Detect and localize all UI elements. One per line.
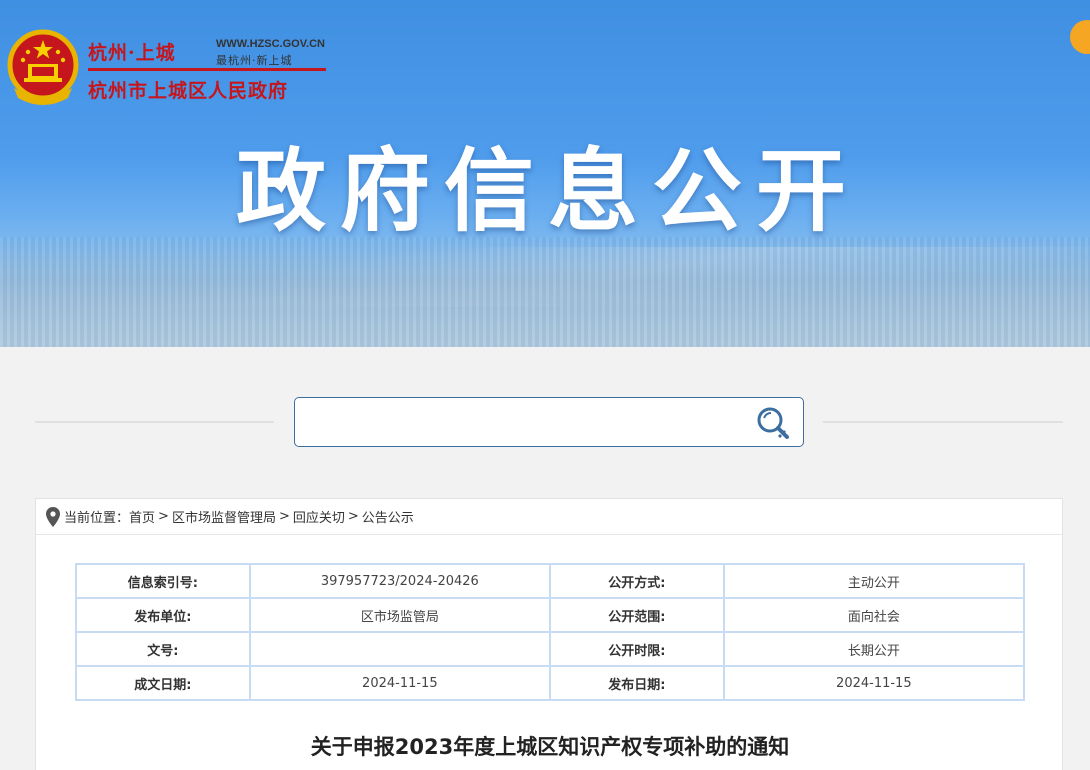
- meta-label: 公开时限:: [549, 631, 725, 667]
- breadcrumb-item-response[interactable]: 回应关切: [293, 507, 345, 526]
- info-meta-table: 信息索引号: 397957723/2024-20426 公开方式: 主动公开 发…: [75, 563, 1026, 701]
- floating-widget-icon[interactable]: [1070, 20, 1090, 54]
- meta-label: 公开范围:: [549, 597, 725, 633]
- meta-value: 面向社会: [722, 597, 1026, 633]
- content-panel: 当前位置： 首页 > 区市场监督管理局 > 回应关切 > 公告公示 信息索引号:…: [35, 498, 1063, 770]
- breadcrumb-separator: >: [158, 509, 169, 524]
- national-emblem-icon[interactable]: [6, 28, 80, 108]
- site-name-full: 杭州市上城区人民政府: [88, 80, 289, 102]
- search-bar: [294, 397, 804, 447]
- table-row: 信息索引号: 397957723/2024-20426 公开方式: 主动公开: [75, 563, 1026, 599]
- meta-value: 397957723/2024-20426: [248, 563, 552, 599]
- meta-value: 长期公开: [722, 631, 1026, 667]
- breadcrumb-prefix: 当前位置：: [64, 511, 130, 526]
- table-row: 发布单位: 区市场监管局 公开范围: 面向社会: [75, 597, 1026, 633]
- meta-value: [248, 631, 552, 667]
- meta-label: 成文日期:: [75, 665, 251, 701]
- table-row: 成文日期: 2024-11-15 发布日期: 2024-11-15: [75, 665, 1026, 701]
- meta-value: 区市场监管局: [248, 597, 552, 633]
- meta-label: 信息索引号:: [75, 563, 251, 599]
- breadcrumb-separator: >: [347, 509, 359, 524]
- meta-label: 发布日期:: [549, 665, 725, 701]
- banner-city-skyline: [0, 237, 1090, 347]
- meta-label: 公开方式:: [549, 563, 725, 599]
- search-divider-right: [823, 421, 1063, 423]
- meta-value: 2024-11-15: [722, 665, 1026, 701]
- location-pin-icon: [46, 506, 60, 527]
- meta-value: 主动公开: [722, 563, 1026, 599]
- breadcrumb-item-home[interactable]: 首页: [129, 507, 155, 526]
- search-input[interactable]: [303, 406, 733, 438]
- site-name-short: 杭州·上城: [88, 42, 176, 64]
- meta-value: 2024-11-15: [248, 665, 552, 701]
- site-url: WWW.HZSC.GOV.CN: [216, 38, 325, 50]
- breadcrumb-item-market-bureau[interactable]: 区市场监督管理局: [172, 507, 276, 526]
- document-title: 关于申报2023年度上城区知识产权专项补助的通知: [310, 735, 790, 759]
- search-icon[interactable]: [753, 404, 793, 442]
- breadcrumb-separator: >: [278, 509, 290, 524]
- header-banner: 杭州·上城 WWW.HZSC.GOV.CN 最杭州·新上城 杭州市上城区人民政府…: [0, 0, 1090, 347]
- site-slogan: 最杭州·新上城: [216, 54, 293, 67]
- site-logo-divider: [88, 68, 326, 71]
- meta-label: 文号:: [75, 631, 251, 667]
- meta-label: 发布单位:: [75, 597, 251, 633]
- banner-title: 政府信息公开: [236, 139, 860, 244]
- search-divider-left: [35, 421, 274, 423]
- table-row: 文号: 公开时限: 长期公开: [75, 631, 1026, 667]
- breadcrumb: 当前位置： 首页 > 区市场监督管理局 > 回应关切 > 公告公示: [36, 499, 1062, 535]
- breadcrumb-item-announcements[interactable]: 公告公示: [362, 507, 414, 526]
